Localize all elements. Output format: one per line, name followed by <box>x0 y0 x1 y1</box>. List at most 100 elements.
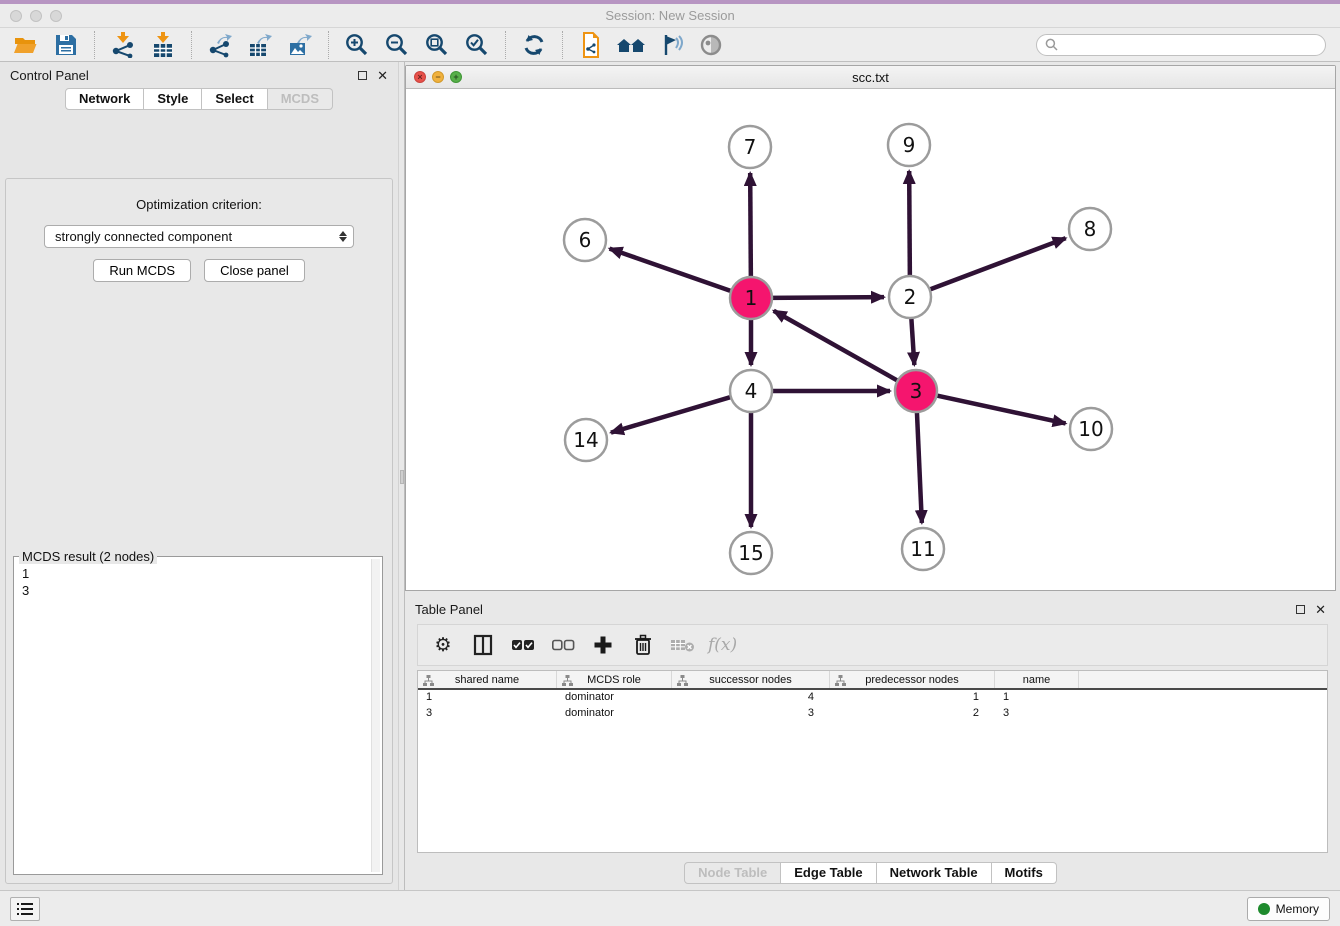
graph-edge-1-7[interactable] <box>750 173 751 279</box>
network-document-button[interactable] <box>573 30 609 60</box>
graph-node-10[interactable]: 10 <box>1070 408 1112 450</box>
export-network-button[interactable] <box>202 30 238 60</box>
unselect-all-rows-button[interactable] <box>548 630 578 660</box>
table-cell[interactable]: 4 <box>672 690 830 706</box>
table-cell[interactable]: 1 <box>830 690 995 706</box>
graph-node-15[interactable]: 15 <box>730 532 772 574</box>
zoom-selected-button[interactable] <box>459 30 495 60</box>
toolbar-separator <box>562 31 563 59</box>
tab-network-table[interactable]: Network Table <box>877 862 992 884</box>
search-input[interactable] <box>1063 38 1317 52</box>
open-folder-button[interactable] <box>8 30 44 60</box>
float-table-panel-icon[interactable] <box>1296 605 1305 614</box>
table-settings-button[interactable]: ⚙ <box>428 630 458 660</box>
node-label: 14 <box>573 428 598 452</box>
import-network-button[interactable] <box>105 30 141 60</box>
graph-node-3[interactable]: 3 <box>895 370 937 412</box>
save-button[interactable] <box>48 30 84 60</box>
graph-edge-3-10[interactable] <box>935 395 1066 423</box>
network-graph[interactable]: 1 2 3 4 6 7 8 9 10 11 14 15 <box>406 89 1335 590</box>
network-minimize-icon[interactable]: − <box>432 71 444 83</box>
show-hide-panel-button[interactable] <box>693 30 729 60</box>
table-cell[interactable]: 3 <box>672 706 830 722</box>
memory-label: Memory <box>1276 902 1319 916</box>
close-panel-icon[interactable]: ✕ <box>377 69 388 82</box>
table-cell[interactable]: 1 <box>418 690 557 706</box>
table-cell[interactable]: 2 <box>830 706 995 722</box>
home-button[interactable] <box>613 30 649 60</box>
column-header-mcds-role[interactable]: MCDS role <box>557 671 672 688</box>
run-mcds-button[interactable]: Run MCDS <box>93 259 191 282</box>
search-box[interactable] <box>1036 34 1326 56</box>
graph-edge-4-14[interactable] <box>611 396 733 432</box>
tab-network[interactable]: Network <box>65 88 144 110</box>
table-cell[interactable]: dominator <box>557 706 672 722</box>
memory-button[interactable]: Memory <box>1247 897 1330 921</box>
column-header-label: shared name <box>455 674 519 686</box>
zoom-in-icon <box>344 32 370 58</box>
float-panel-icon[interactable] <box>358 71 367 80</box>
graph-edge-3-1[interactable] <box>774 311 900 382</box>
function-builder-button[interactable]: f(x) <box>708 630 737 660</box>
graphics-details-button[interactable] <box>653 30 689 60</box>
refresh-button[interactable] <box>516 30 552 60</box>
zoom-out-button[interactable] <box>379 30 415 60</box>
table-cell[interactable]: dominator <box>557 690 672 706</box>
export-table-button[interactable] <box>242 30 278 60</box>
graph-edge-1-6[interactable] <box>610 249 734 292</box>
close-panel-button[interactable]: Close panel <box>204 259 305 282</box>
tab-motifs[interactable]: Motifs <box>992 862 1057 884</box>
column-header-successor-nodes[interactable]: successor nodes <box>672 671 830 688</box>
table-cell[interactable]: 3 <box>418 706 557 722</box>
result-line: 1 <box>22 565 374 582</box>
tab-mcds[interactable]: MCDS <box>268 88 333 110</box>
network-zoom-icon[interactable]: + <box>450 71 462 83</box>
delete-table-button[interactable] <box>668 630 698 660</box>
graph-node-11[interactable]: 11 <box>902 528 944 570</box>
tab-edge-table[interactable]: Edge Table <box>781 862 876 884</box>
zoom-fit-button[interactable] <box>419 30 455 60</box>
graph-node-9[interactable]: 9 <box>888 124 930 166</box>
table-row[interactable]: 3dominator323 <box>418 706 1327 722</box>
close-table-panel-icon[interactable]: ✕ <box>1315 603 1326 616</box>
import-table-button[interactable] <box>145 30 181 60</box>
add-column-button[interactable] <box>588 630 618 660</box>
graph-node-2[interactable]: 2 <box>889 276 931 318</box>
network-canvas[interactable]: 1 2 3 4 6 7 8 9 10 11 14 15 <box>406 89 1335 590</box>
task-history-button[interactable] <box>10 897 40 921</box>
graph-edge-2-9[interactable] <box>909 171 910 278</box>
graph-node-6[interactable]: 6 <box>564 219 606 261</box>
tab-select[interactable]: Select <box>202 88 267 110</box>
graph-node-8[interactable]: 8 <box>1069 208 1111 250</box>
table-cell[interactable]: 1 <box>995 690 1079 706</box>
export-image-button[interactable] <box>282 30 318 60</box>
criterion-dropdown[interactable]: strongly connected component <box>44 225 354 248</box>
column-header-predecessor-nodes[interactable]: predecessor nodes <box>830 671 995 688</box>
show-columns-button[interactable] <box>468 630 498 660</box>
result-scrollbar[interactable] <box>371 559 380 872</box>
column-header-shared-name[interactable]: shared name <box>418 671 557 688</box>
graph-node-7[interactable]: 7 <box>729 126 771 168</box>
node-table[interactable]: shared name MCDS rolesuccessor nodesprede… <box>417 670 1328 853</box>
table-row[interactable]: 1dominator411 <box>418 690 1327 706</box>
select-all-rows-button[interactable] <box>508 630 538 660</box>
delete-column-button[interactable] <box>628 630 658 660</box>
tab-node-table[interactable]: Node Table <box>684 862 781 884</box>
network-close-icon[interactable]: × <box>414 71 426 83</box>
graph-edge-1-2[interactable] <box>770 297 884 298</box>
zoom-in-button[interactable] <box>339 30 375 60</box>
graph-edge-2-3[interactable] <box>911 316 914 365</box>
column-header-name[interactable]: name <box>995 671 1079 688</box>
graph-node-1[interactable]: 1 <box>730 277 772 319</box>
graph-node-14[interactable]: 14 <box>565 419 607 461</box>
delete-table-icon <box>670 637 696 653</box>
graph-edge-3-11[interactable] <box>917 410 922 523</box>
graph-node-4[interactable]: 4 <box>730 370 772 412</box>
vertical-splitter[interactable] <box>398 62 405 890</box>
graph-edge-2-8[interactable] <box>928 238 1066 290</box>
tab-style[interactable]: Style <box>144 88 202 110</box>
node-label: 6 <box>579 228 592 252</box>
table-cell[interactable]: 3 <box>995 706 1079 722</box>
node-label: 3 <box>910 379 923 403</box>
column-header-filler <box>1079 671 1327 688</box>
